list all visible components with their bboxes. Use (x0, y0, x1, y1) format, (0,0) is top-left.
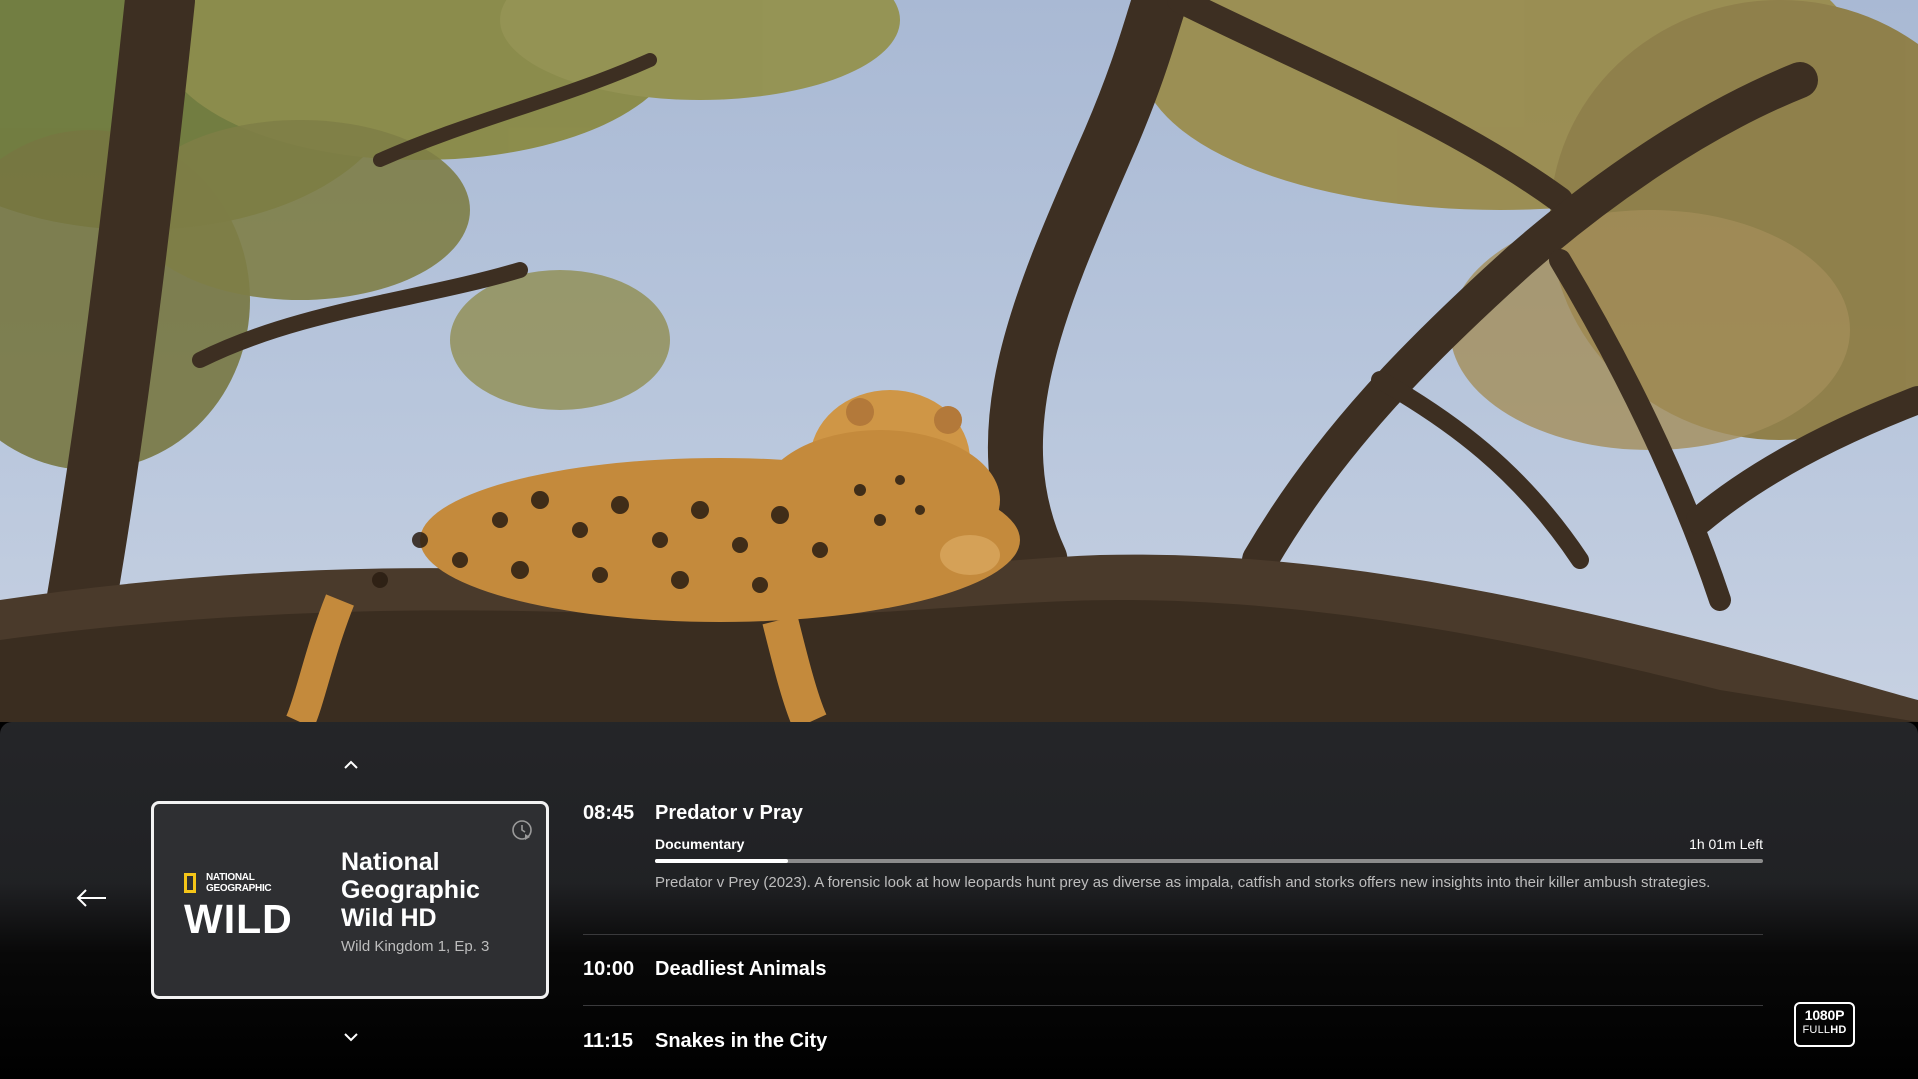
quality-resolution: 1080P (1804, 1007, 1845, 1023)
program-title: Deadliest Animals (655, 958, 827, 980)
channel-card[interactable]: NATIONAL GEOGRAPHIC WILD National Geogra… (151, 801, 549, 999)
natgeo-frame-icon (184, 873, 196, 893)
program-title: Snakes in the City (655, 1030, 828, 1052)
divider (583, 934, 1763, 935)
replay-clock-icon[interactable] (510, 818, 534, 842)
arrow-left-icon[interactable] (74, 886, 108, 910)
logo-line-1: NATIONAL (206, 872, 255, 883)
chevron-down-icon[interactable] (339, 1025, 363, 1049)
program-time: 10:00 (583, 958, 635, 980)
background-video-frame (0, 0, 1918, 722)
time-remaining: 1h 01m Left (1689, 836, 1763, 852)
quality-full: FULL (1802, 1024, 1831, 1036)
channel-logo: NATIONAL GEOGRAPHIC WILD (184, 869, 309, 942)
divider (583, 1005, 1763, 1006)
program-genre: Documentary (655, 836, 745, 852)
program-later[interactable]: 11:15 Snakes in the City (583, 1030, 1763, 1060)
quality-badge: 1080P FULLHD (1794, 1002, 1855, 1047)
program-title: Predator v Pray (655, 802, 803, 824)
progress-bar (655, 859, 1763, 863)
program-current[interactable]: 08:45 Predator v Pray Documentary 1h 01m… (583, 802, 1763, 912)
logo-wordmark: WILD (184, 896, 293, 942)
quality-hd: HD (1830, 1024, 1847, 1036)
channel-episode: Wild Kingdom 1, Ep. 3 (341, 938, 490, 955)
chevron-up-icon[interactable] (339, 753, 363, 777)
program-next[interactable]: 10:00 Deadliest Animals (583, 958, 1763, 988)
program-time: 11:15 (583, 1030, 634, 1052)
progress-bar-fill (655, 859, 788, 863)
channel-name: National Geographic Wild HD (341, 848, 480, 932)
logo-line-2: GEOGRAPHIC (206, 883, 272, 894)
program-description: Predator v Prey (2023). A forensic look … (655, 874, 1711, 891)
program-time: 08:45 (583, 802, 635, 824)
